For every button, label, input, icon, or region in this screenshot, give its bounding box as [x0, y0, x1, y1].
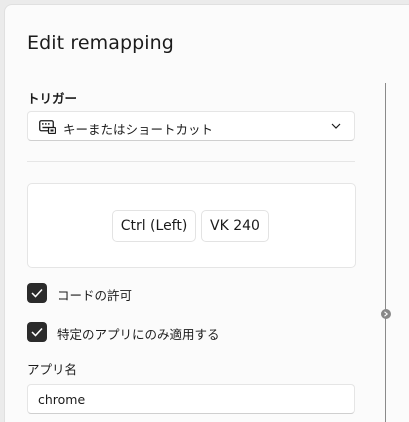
allow-chord-checkbox[interactable]	[27, 283, 47, 303]
trigger-type-dropdown[interactable]: キーまたはショートカット	[27, 111, 355, 141]
dialog-title: Edit remapping	[27, 32, 174, 54]
key-chip-vk-240: VK 240	[201, 210, 269, 242]
trigger-label: トリガー	[27, 91, 78, 106]
checkmark-icon	[31, 288, 43, 298]
allow-chord-label: コードの許可	[57, 288, 133, 303]
scrollbar-thumb[interactable]	[381, 309, 391, 319]
chevron-down-icon	[331, 123, 341, 129]
keyboard-icon	[39, 120, 56, 134]
scrollbar-track[interactable]	[385, 83, 386, 422]
shortcut-keys-panel[interactable]: Ctrl (Left) VK 240	[27, 183, 356, 268]
checkmark-icon	[31, 327, 43, 337]
trigger-type-value: キーまたはショートカット	[63, 122, 214, 137]
arrow-right-icon	[384, 311, 389, 317]
key-chip-ctrl-left: Ctrl (Left)	[112, 210, 196, 242]
app-specific-checkbox[interactable]	[27, 322, 47, 342]
app-specific-label: 特定のアプリにのみ適用する	[57, 327, 220, 342]
edit-remapping-dialog: Edit remapping トリガー キーまたはショートカット Ctrl (L…	[4, 4, 409, 422]
app-name-label: アプリ名	[27, 362, 78, 377]
app-name-input[interactable]	[27, 384, 355, 414]
section-divider	[27, 161, 355, 162]
